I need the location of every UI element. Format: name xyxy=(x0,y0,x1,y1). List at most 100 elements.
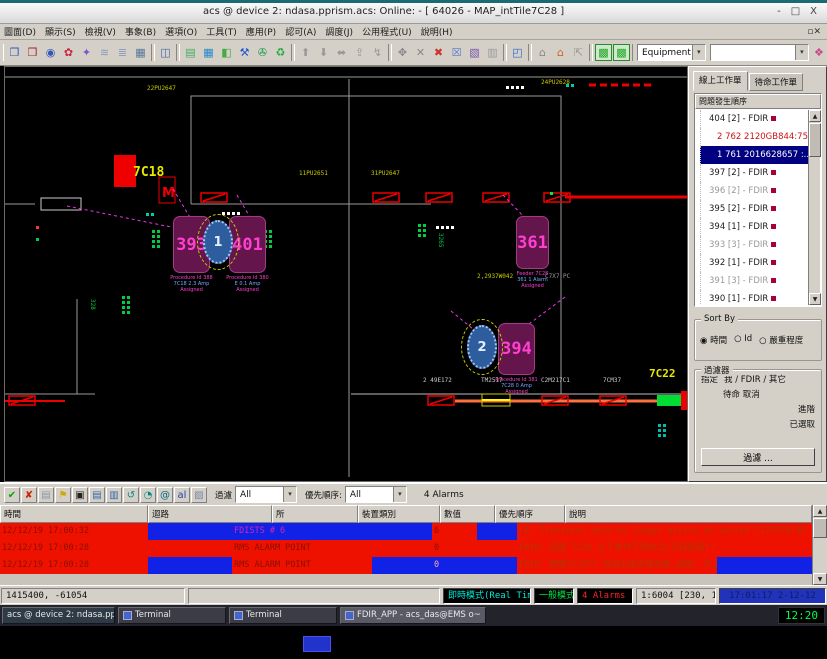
scrollbar-thumb[interactable] xyxy=(813,518,827,538)
menu-item-6[interactable]: 應用(P) xyxy=(246,25,276,38)
alarm-toolbar-icon[interactable]: ◔ xyxy=(140,487,156,503)
alarm-column-header[interactable]: 時間 xyxy=(0,505,148,523)
chevron-down-icon[interactable]: ▾ xyxy=(795,45,808,60)
problem-tree-item[interactable]: 390 [1] - FDIR xyxy=(700,290,808,305)
alarm-toolbar-icon[interactable]: al xyxy=(174,487,190,503)
scroll-up-icon[interactable]: ▲ xyxy=(813,505,827,517)
sort-radio-嚴重程度[interactable]: ○ 嚴重程度 xyxy=(759,334,803,346)
alarm-priority-select[interactable]: All ▾ xyxy=(345,486,407,503)
scroll-up-icon[interactable]: ▲ xyxy=(809,110,821,122)
title-bar[interactable]: acs @ device 2: ndasa.pprism.acs: Online… xyxy=(0,0,827,24)
chevron-down-icon[interactable]: ▾ xyxy=(393,487,406,502)
sort-radio-時間[interactable]: ◉ 時間 xyxy=(700,334,727,346)
alarm-toolbar-icon[interactable]: ⚑ xyxy=(55,487,71,503)
alarm-count-indicator[interactable]: 4 Alarms xyxy=(577,588,633,604)
alarm-toolbar-icon[interactable]: ▤ xyxy=(38,487,54,503)
toolbar-icon[interactable]: ✕ xyxy=(412,44,429,61)
filter-assign-value[interactable]: 我 / FDIR / 其它 xyxy=(724,373,786,385)
alarm-row[interactable]: 12/12/19 17:00:28RMS ALARM POINT0FDIR: 迴… xyxy=(0,540,812,557)
alarm-toolbar-icon[interactable]: ▥ xyxy=(106,487,122,503)
toolbar-icon[interactable]: ▤ xyxy=(182,44,199,61)
alarm-toolbar-icon[interactable]: ✘ xyxy=(21,487,37,503)
problem-tree-item[interactable]: 396 [2] - FDIR xyxy=(700,182,808,200)
problem-tree-item[interactable]: 392 [1] - FDIR xyxy=(700,254,808,272)
toolbar-icon[interactable]: ✇ xyxy=(254,44,271,61)
toolbar-icon[interactable]: ◧ xyxy=(218,44,235,61)
toolbar-icon[interactable]: ⇪ xyxy=(351,44,368,61)
alarm-toolbar-icon[interactable]: ▨ xyxy=(191,487,207,503)
problem-tree-item[interactable]: 1 761 2016628657 :.. xyxy=(700,146,808,164)
problem-tree-item[interactable]: 391 [3] - FDIR xyxy=(700,272,808,290)
problem-tree-item[interactable]: 397 [2] - FDIR xyxy=(700,164,808,182)
alarm-column-header[interactable]: 迴路 xyxy=(148,505,272,523)
toolbar-icon[interactable]: ☒ xyxy=(448,44,465,61)
menu-item-9[interactable]: 公用程式(U) xyxy=(362,25,412,38)
toolbar-icon[interactable]: ↯ xyxy=(369,44,386,61)
alarm-table-rows[interactable]: 12/12/19 17:00:32FDISTS # 66LE: Transien… xyxy=(0,523,812,574)
crew-marker-1[interactable]: 1 xyxy=(203,220,233,264)
alarm-row[interactable]: 12/12/19 17:00:28RMS ALARM POINT0FDIR: 開… xyxy=(0,557,812,574)
toolbar-icon[interactable]: ◉ xyxy=(42,44,59,61)
toolbar-icon[interactable]: ⇱ xyxy=(570,44,587,61)
problem-tree-item[interactable]: 395 [2] - FDIR xyxy=(700,200,808,218)
toolbar-icon[interactable]: ▦ xyxy=(200,44,217,61)
problem-tree-item[interactable]: 404 [2] - FDIR xyxy=(700,110,808,128)
tab-standby-worklist[interactable]: 待命工作單 xyxy=(749,73,804,91)
toolbar-icon[interactable]: ♻ xyxy=(272,44,289,61)
locate-select[interactable]: ▾ xyxy=(710,44,809,61)
menu-item-5[interactable]: 工具(T) xyxy=(206,25,237,38)
alarm-scrollbar[interactable]: ▲ ▼ xyxy=(812,505,827,585)
outage-blob-394[interactable]: 394 xyxy=(498,323,535,375)
tree-scrollbar[interactable]: ▲ ▼ xyxy=(808,110,820,305)
maximize-button[interactable]: □ xyxy=(791,6,800,17)
outage-blob-361[interactable]: 361 xyxy=(516,216,549,269)
toolbar-icon[interactable]: ⌂ xyxy=(534,44,551,61)
toolbar-icon[interactable]: ⬆ xyxy=(297,44,314,61)
taskbar-button-1[interactable]: Terminal xyxy=(118,607,226,624)
toolbar-icon[interactable]: ≣ xyxy=(114,44,131,61)
alarm-table-header[interactable]: 時間迴路所裝置類別數值優先順序說明 xyxy=(0,505,827,523)
toolbar-icon[interactable]: ✿ xyxy=(60,44,77,61)
toolbar-icon[interactable]: ✥ xyxy=(394,44,411,61)
toolbar-icon[interactable]: ⬌ xyxy=(333,44,350,61)
toolbar-icon[interactable]: ⚒ xyxy=(236,44,253,61)
alarm-toolbar-icon[interactable]: ✔ xyxy=(4,487,20,503)
toolbar-icon[interactable]: ▧ xyxy=(466,44,483,61)
crew-marker-2[interactable]: 2 xyxy=(467,325,497,369)
taskbar-button-3[interactable]: FDIR_APP - acs_das@EMS o~ xyxy=(340,607,486,624)
alarm-toolbar-icon[interactable]: ▤ xyxy=(89,487,105,503)
alarm-toolbar-icon[interactable]: ↺ xyxy=(123,487,139,503)
toolbar-icon[interactable]: ▩ xyxy=(613,44,630,61)
close-button[interactable]: X xyxy=(810,6,817,17)
toolbar-icon[interactable]: ⬇ xyxy=(315,44,332,61)
alarm-row[interactable]: 12/12/19 17:00:32FDISTS # 66LE: Transien… xyxy=(0,523,812,540)
chevron-down-icon[interactable]: ▾ xyxy=(283,487,296,502)
problem-listbox[interactable]: 問題發生順序 404 [2] - FDIR2 762 2120GB844:756… xyxy=(694,93,822,307)
menu-item-10[interactable]: 說明(H) xyxy=(421,25,453,38)
toolbar-icon[interactable]: ▦ xyxy=(132,44,149,61)
tab-online-worklist[interactable]: 線上工作單 xyxy=(693,71,748,91)
filter-advanced-label[interactable]: 進階 xyxy=(798,403,815,415)
alarm-toolbar-icon[interactable]: @ xyxy=(157,487,173,503)
toolbar-icon[interactable]: ≋ xyxy=(96,44,113,61)
menu-item-2[interactable]: 檢視(V) xyxy=(85,25,116,38)
map-canvas[interactable]: M xyxy=(4,66,688,482)
alarm-filter-select[interactable]: All ▾ xyxy=(235,486,297,503)
scroll-down-icon[interactable]: ▼ xyxy=(813,573,827,585)
menu-item-3[interactable]: 事象(B) xyxy=(125,25,156,38)
alarm-table[interactable]: 時間迴路所裝置類別數值優先順序說明 12/12/19 17:00:32FDIST… xyxy=(0,505,827,585)
toolbar-icon[interactable]: ✦ xyxy=(78,44,95,61)
problem-tree-item[interactable]: 2 762 2120GB844:756. xyxy=(700,128,808,146)
toolbar-icon[interactable]: ❒ xyxy=(24,44,41,61)
menubar-close-icon[interactable]: ▫✕ xyxy=(807,27,823,37)
scroll-down-icon[interactable]: ▼ xyxy=(809,293,821,305)
alarm-column-header[interactable]: 數值 xyxy=(440,505,495,523)
menu-item-7[interactable]: 認可(A) xyxy=(285,25,316,38)
palette-icon[interactable]: ❖ xyxy=(813,44,824,61)
toolbar-icon[interactable]: ▩ xyxy=(595,44,612,61)
menu-item-1[interactable]: 顯示(S) xyxy=(45,25,76,38)
problem-tree-item[interactable]: 394 [1] - FDIR xyxy=(700,218,808,236)
chevron-down-icon[interactable]: ▾ xyxy=(692,45,705,60)
alarm-toolbar-icon[interactable]: ▣ xyxy=(72,487,88,503)
desktop-blue-window[interactable] xyxy=(303,636,331,652)
